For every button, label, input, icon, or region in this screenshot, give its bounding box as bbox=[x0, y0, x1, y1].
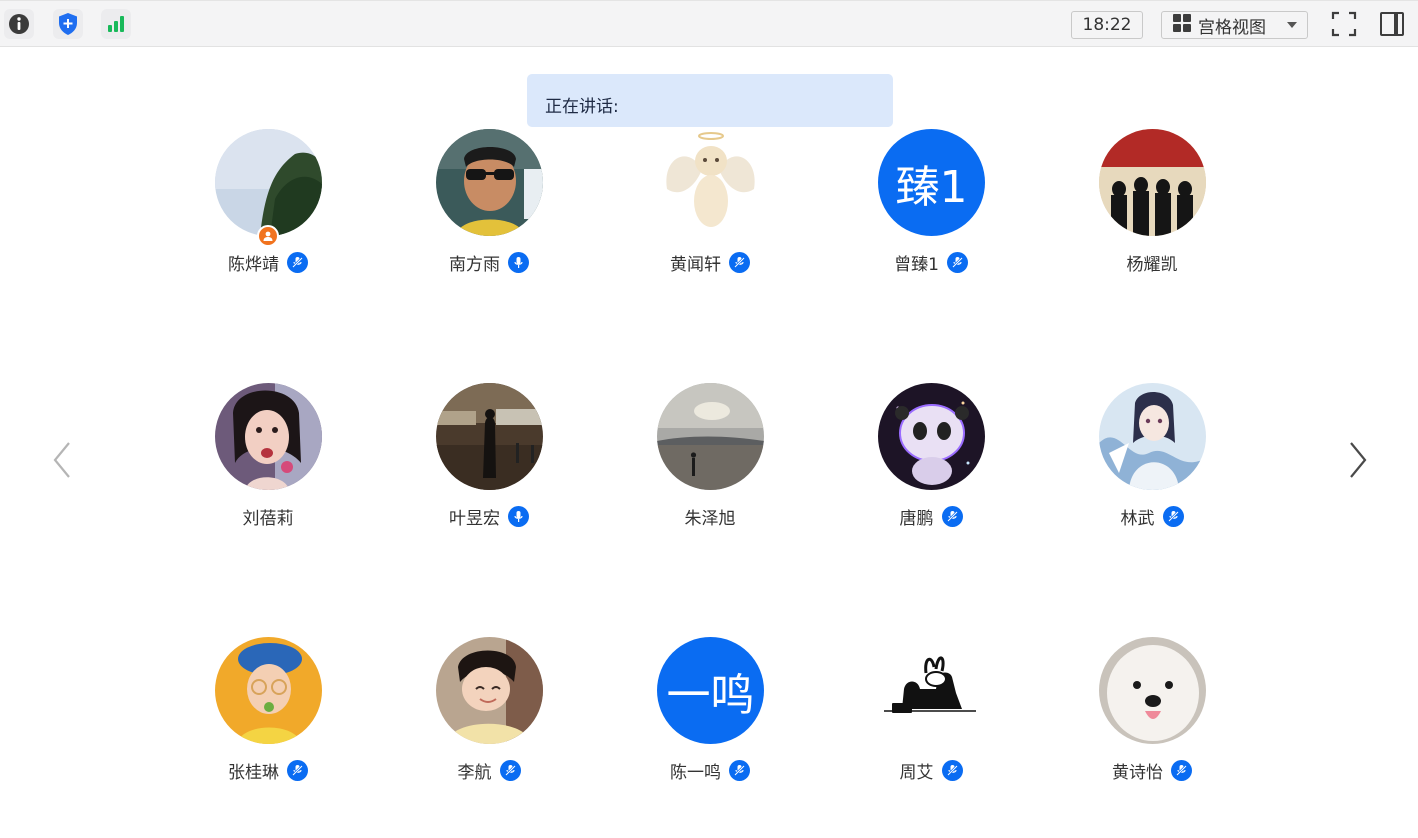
participant-name: 黄闻轩 bbox=[670, 254, 721, 275]
participant-name: 曾臻1 bbox=[894, 254, 939, 275]
info-icon[interactable] bbox=[4, 9, 34, 39]
participant-name: 南方雨 bbox=[449, 254, 500, 275]
avatar bbox=[215, 637, 322, 744]
mic-muted-icon bbox=[729, 251, 750, 273]
avatar bbox=[657, 129, 764, 236]
avatar bbox=[878, 637, 985, 744]
view-mode-label: 宫格视图 bbox=[1198, 17, 1266, 38]
avatar bbox=[1099, 129, 1206, 236]
meeting-clock: 18:22 bbox=[1071, 11, 1143, 39]
participant-name: 朱泽旭 bbox=[684, 508, 736, 529]
participant-name-row: 陈烨靖 bbox=[168, 249, 368, 275]
fullscreen-icon[interactable] bbox=[1329, 9, 1359, 39]
participant-name: 李航 bbox=[457, 762, 492, 783]
host-badge-icon bbox=[257, 225, 279, 247]
view-mode-select[interactable]: 宫格视图 bbox=[1161, 11, 1308, 39]
avatar: 臻1 bbox=[878, 129, 985, 236]
participant-name-row: 曾臻1 bbox=[831, 249, 1031, 275]
avatar bbox=[1099, 383, 1206, 490]
avatar: 一鸣 bbox=[657, 637, 764, 744]
participant-name-row: 陈一鸣 bbox=[610, 757, 810, 783]
participant-name-row: 朱泽旭 bbox=[610, 503, 810, 529]
participant-name: 陈烨靖 bbox=[228, 254, 279, 275]
participant-name-row: 唐鹏 bbox=[831, 503, 1031, 529]
participant-name: 叶昱宏 bbox=[449, 508, 500, 529]
participant-name: 杨耀凯 bbox=[1126, 254, 1178, 275]
mic-muted-icon bbox=[1162, 505, 1184, 527]
avatar bbox=[215, 129, 322, 236]
participant-tile[interactable]: 唐鹏 bbox=[831, 383, 1031, 543]
previous-page-arrow[interactable] bbox=[50, 440, 74, 480]
participant-name: 林武 bbox=[1120, 508, 1155, 529]
next-page-arrow[interactable] bbox=[1346, 440, 1370, 480]
participant-tile[interactable]: 朱泽旭 bbox=[610, 383, 810, 543]
participant-name: 唐鹏 bbox=[899, 508, 934, 529]
participant-tile[interactable]: 刘蓓莉 bbox=[168, 383, 368, 543]
participant-tile[interactable]: 一鸣 陈一鸣 bbox=[610, 637, 810, 797]
avatar bbox=[1099, 637, 1206, 744]
chevron-down-icon bbox=[1287, 22, 1297, 28]
sidebar-toggle-icon[interactable] bbox=[1377, 9, 1407, 39]
avatar bbox=[436, 129, 543, 236]
avatar bbox=[436, 637, 543, 744]
signal-icon[interactable] bbox=[101, 9, 131, 39]
participant-tile[interactable]: 李航 bbox=[389, 637, 589, 797]
participant-tile[interactable]: 杨耀凯 bbox=[1052, 129, 1252, 289]
avatar bbox=[878, 383, 985, 490]
mic-muted-icon bbox=[941, 505, 963, 527]
participant-tile[interactable]: 林武 bbox=[1052, 383, 1252, 543]
top-toolbar: 18:22 宫格视图 bbox=[0, 0, 1418, 47]
grid-icon bbox=[1172, 13, 1192, 38]
participant-name-row: 周艾 bbox=[831, 757, 1031, 783]
avatar bbox=[215, 383, 322, 490]
mic-on-icon bbox=[508, 505, 529, 527]
participant-tile[interactable]: 叶昱宏 bbox=[389, 383, 589, 543]
avatar bbox=[436, 383, 543, 490]
mic-muted-icon bbox=[287, 251, 308, 273]
participant-tile[interactable]: 黄闻轩 bbox=[610, 129, 810, 289]
participant-name-row: 张桂琳 bbox=[168, 757, 368, 783]
participant-name-row: 杨耀凯 bbox=[1052, 249, 1252, 275]
participant-name: 周艾 bbox=[899, 762, 934, 783]
mic-muted-icon bbox=[729, 759, 750, 781]
participant-tile[interactable]: 周艾 bbox=[831, 637, 1031, 797]
speaking-indicator: 正在讲话: bbox=[527, 74, 893, 127]
participant-name-row: 林武 bbox=[1052, 503, 1252, 529]
mic-muted-icon bbox=[499, 759, 521, 781]
participant-tile[interactable]: 南方雨 bbox=[389, 129, 589, 289]
participant-name: 张桂琳 bbox=[228, 762, 279, 783]
participant-name-row: 叶昱宏 bbox=[389, 503, 589, 529]
mic-muted-icon bbox=[941, 759, 963, 781]
participant-tile[interactable]: 臻1 曾臻1 bbox=[831, 129, 1031, 289]
participant-tile[interactable]: 陈烨靖 bbox=[168, 129, 368, 289]
participant-name-row: 黄闻轩 bbox=[610, 249, 810, 275]
mic-on-icon bbox=[508, 251, 529, 273]
participant-tile[interactable]: 张桂琳 bbox=[168, 637, 368, 797]
mic-muted-icon bbox=[287, 759, 308, 781]
participant-tile[interactable]: 黄诗怡 bbox=[1052, 637, 1252, 797]
shield-icon[interactable] bbox=[53, 9, 83, 39]
participant-name: 刘蓓莉 bbox=[242, 508, 294, 529]
mic-muted-icon bbox=[946, 251, 968, 273]
avatar bbox=[657, 383, 764, 490]
participant-name: 陈一鸣 bbox=[670, 762, 721, 783]
participant-name-row: 南方雨 bbox=[389, 249, 589, 275]
participant-name-row: 李航 bbox=[389, 757, 589, 783]
participant-name-row: 刘蓓莉 bbox=[168, 503, 368, 529]
participant-name: 黄诗怡 bbox=[1112, 762, 1163, 783]
mic-muted-icon bbox=[1171, 759, 1192, 781]
participant-name-row: 黄诗怡 bbox=[1052, 757, 1252, 783]
